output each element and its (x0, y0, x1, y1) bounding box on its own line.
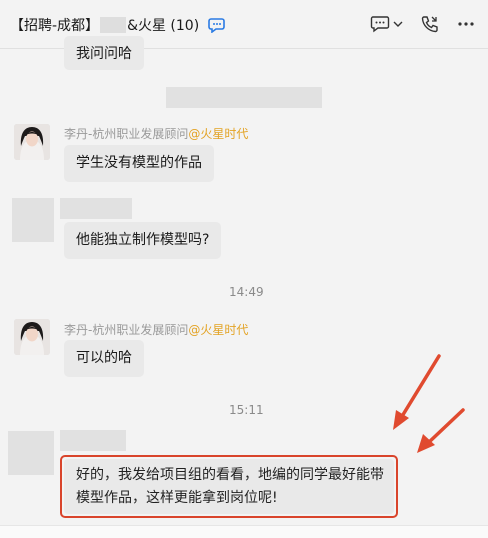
group-chat-icon[interactable] (207, 17, 226, 33)
avatar[interactable] (14, 124, 50, 160)
message-bubble: 学生没有模型的作品 (64, 145, 214, 182)
message-bubble: 他能独立制作模型吗? (64, 222, 222, 259)
timestamp: 15:11 (229, 403, 264, 417)
redacted-name (100, 17, 127, 33)
annotation-arrows (393, 354, 465, 453)
chat-bubble-icon[interactable] (370, 14, 390, 34)
chat-title[interactable]: 【招聘-成都】 &火星 (10) (10, 15, 226, 35)
phone-icon[interactable] (420, 14, 440, 34)
title-suffix: &火星 (10) (127, 18, 200, 34)
redacted-sender-name (60, 430, 126, 451)
sender-name: 李丹-杭州职业发展顾问@火星时代 (64, 127, 249, 141)
sender-org: @火星时代 (188, 323, 249, 337)
chevron-down-icon[interactable] (393, 20, 403, 28)
redacted-avatar (12, 198, 54, 242)
redacted-system-message (166, 87, 322, 108)
timestamp: 14:49 (229, 285, 264, 299)
highlight-box (60, 455, 398, 518)
message-input-area[interactable] (0, 525, 488, 538)
message-bubble: 我问问哈 (64, 36, 144, 70)
redacted-sender-name (60, 198, 132, 219)
title-prefix: 【招聘-成都】 (10, 18, 100, 34)
sender-name: 李丹-杭州职业发展顾问@火星时代 (64, 323, 249, 337)
redacted-avatar (8, 431, 54, 475)
more-icon[interactable] (457, 15, 475, 33)
sender-org: @火星时代 (188, 127, 249, 141)
message-bubble: 可以的哈 (64, 340, 144, 377)
avatar[interactable] (14, 319, 50, 355)
